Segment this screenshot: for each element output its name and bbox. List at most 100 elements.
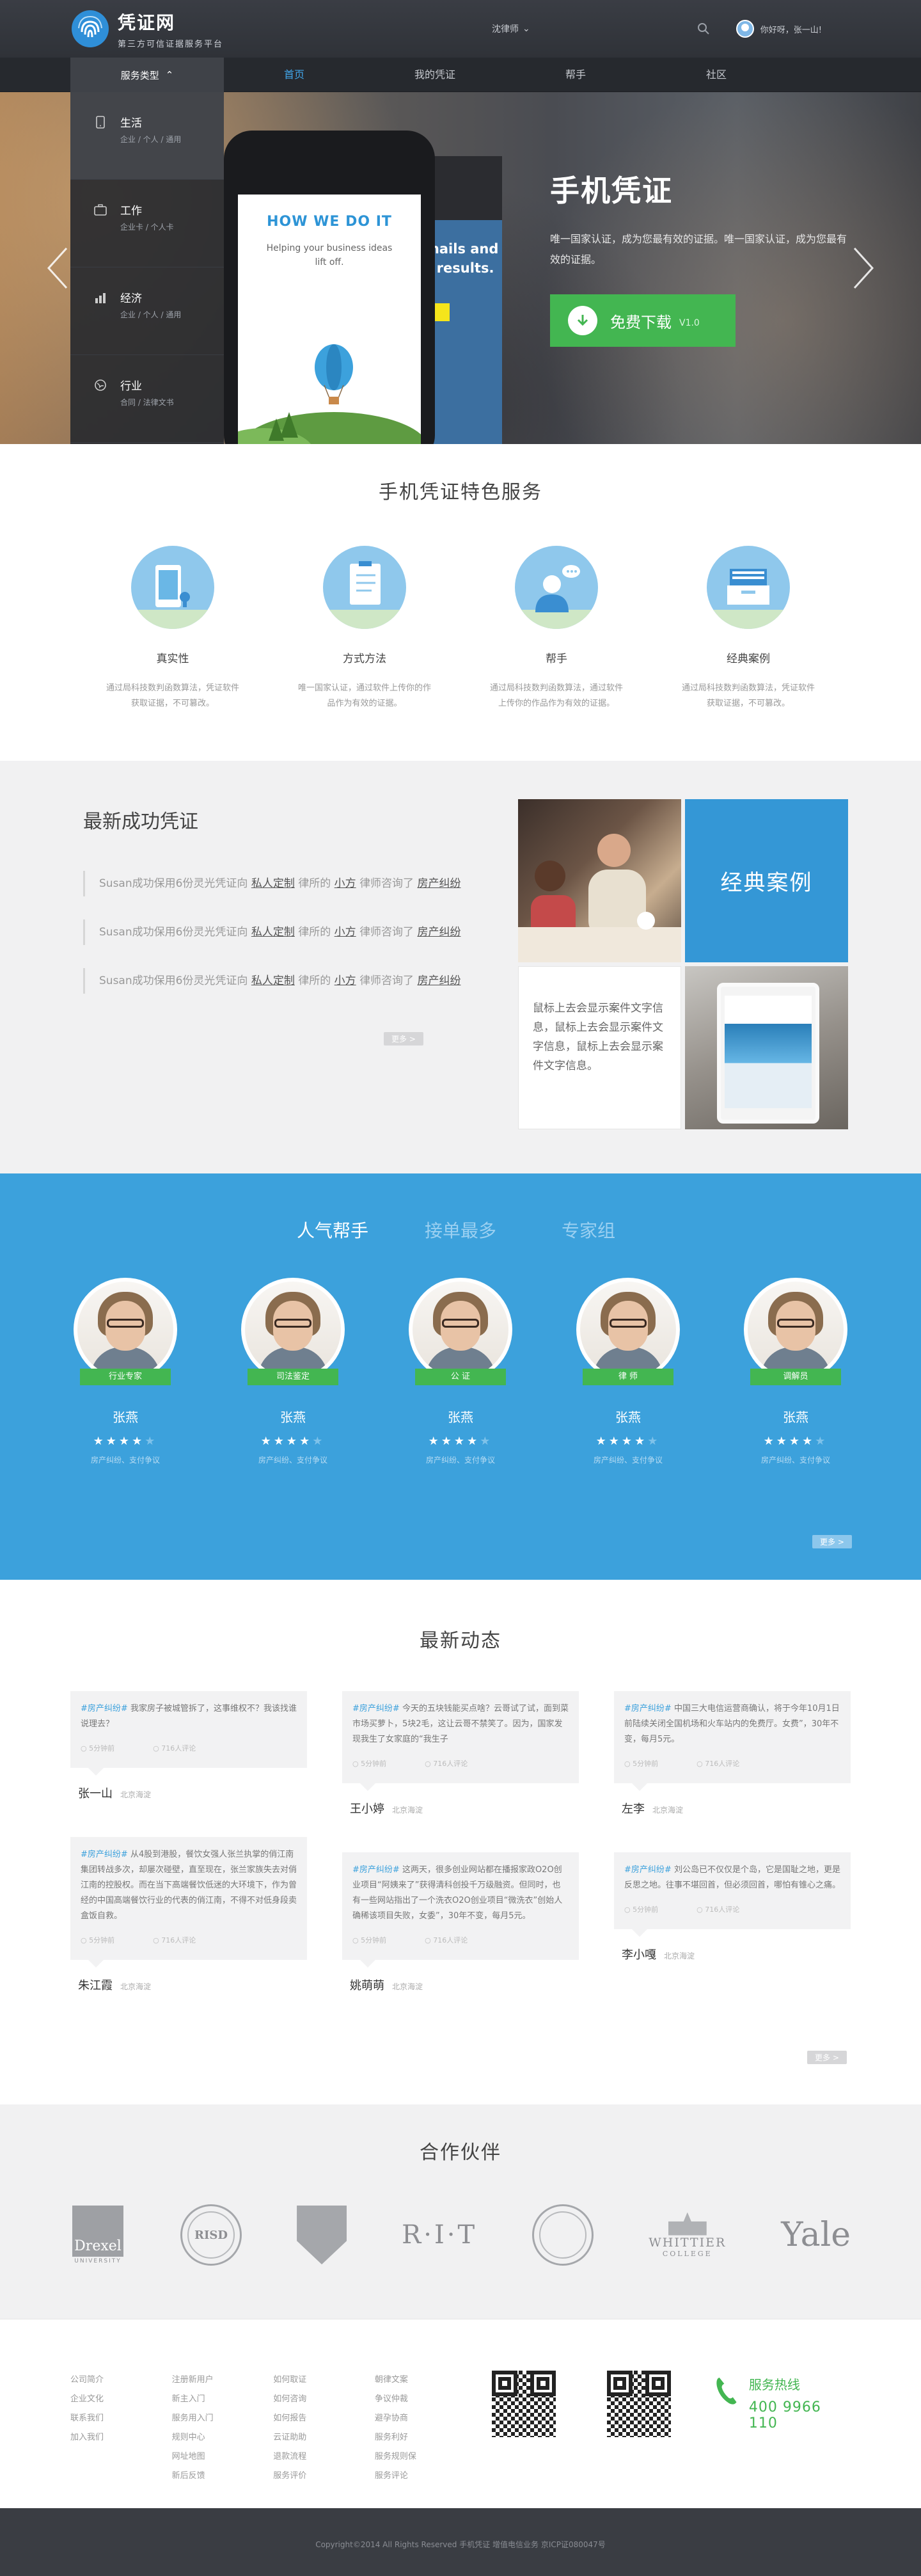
free-download-button[interactable]: 免费下载 V1.0 bbox=[550, 294, 736, 347]
nav-item-community[interactable]: 社区 bbox=[646, 58, 787, 92]
success-link-topic[interactable]: 房产纠纷 bbox=[417, 974, 460, 987]
partner-logo-shield[interactable] bbox=[297, 2203, 347, 2267]
helper-card[interactable]: 行业专家 张燕 ★★★★★ 房产纠纷、支付争议 bbox=[74, 1278, 177, 1465]
helper-card[interactable]: 司法鉴定 张燕 ★★★★★ 房产纠纷、支付争议 bbox=[241, 1278, 345, 1465]
helper-card[interactable]: 调解员 张燕 ★★★★★ 房产纠纷、支付争议 bbox=[744, 1278, 847, 1465]
news-more-button[interactable]: 更多 > bbox=[807, 2051, 847, 2064]
news-tag[interactable]: #房产纠纷# bbox=[81, 1704, 128, 1713]
partner-logo-yale[interactable]: Yale bbox=[781, 2203, 851, 2267]
success-link-topic[interactable]: 房产纠纷 bbox=[417, 926, 460, 939]
partner-logo-risd[interactable]: RISD bbox=[180, 2203, 242, 2267]
dropdown-item-economy[interactable]: 经济 企业 / 个人 / 通用 bbox=[70, 267, 224, 355]
footer-link[interactable]: 服务评论 bbox=[375, 2467, 476, 2486]
success-more-button[interactable]: 更多 > bbox=[384, 1032, 423, 1046]
feature-helper[interactable]: 帮手 通过局科技数判函数算法，通过软件上传你的作品作为有效的证据。 bbox=[460, 546, 652, 712]
user-menu[interactable]: 你好呀，张一山! bbox=[736, 20, 822, 38]
helper-card[interactable]: 律 师张燕 ★★★★★ 房产纠纷、支付争议 bbox=[576, 1278, 680, 1465]
success-link-lawyer[interactable]: 小方 bbox=[335, 877, 356, 890]
helpers-more-button[interactable]: 更多 > bbox=[812, 1535, 852, 1548]
city-selector[interactable]: 沈律师 ⌄ bbox=[492, 22, 530, 35]
success-link-lawyer[interactable]: 小方 bbox=[335, 926, 356, 939]
partner-logo-whittier[interactable]: WHITTIER COLLEGE bbox=[649, 2203, 726, 2267]
news-item[interactable]: #房产纠纷# 中国三大电信运营商确认，将于今年10月1日前陆续关闭全国机场和火车… bbox=[614, 1691, 851, 1817]
news-item[interactable]: #房产纠纷# 从4股到港股，餐饮女强人张兰执掌的俏江南集团转战多次，却屡次碰壁，… bbox=[70, 1837, 307, 1993]
tab-most-orders[interactable]: 接单最多 bbox=[397, 1217, 524, 1243]
news-tag[interactable]: #房产纠纷# bbox=[624, 1865, 672, 1875]
footer-link[interactable]: 争议仲裁 bbox=[375, 2390, 476, 2409]
footer-link[interactable]: 规则中心 bbox=[172, 2428, 274, 2447]
footer-link[interactable]: 服务评价 bbox=[273, 2467, 375, 2486]
success-text: 律师咨询了 bbox=[359, 877, 414, 890]
footer-link[interactable]: 服务规则保 bbox=[375, 2447, 476, 2467]
dropdown-item-industry[interactable]: 行业 合同 / 法律文书 bbox=[70, 355, 224, 443]
news-tag[interactable]: #房产纠纷# bbox=[624, 1704, 672, 1713]
nav-item-home[interactable]: 首页 bbox=[224, 58, 365, 92]
footer-link[interactable]: 公司简介 bbox=[70, 2371, 172, 2390]
footer-link[interactable]: 如何咨询 bbox=[273, 2390, 375, 2409]
news-author[interactable]: 左李 bbox=[622, 1802, 645, 1816]
nav-item-my-vouchers[interactable]: 我的凭证 bbox=[365, 58, 505, 92]
footer-link[interactable]: 网址地图 bbox=[172, 2447, 274, 2467]
footer-link[interactable]: 新主入门 bbox=[172, 2390, 274, 2409]
news-author[interactable]: 王小婷 bbox=[350, 1802, 384, 1816]
success-link-topic[interactable]: 房产纠纷 bbox=[417, 877, 460, 890]
carousel-prev-arrow-icon[interactable] bbox=[45, 246, 70, 290]
search-icon[interactable] bbox=[697, 22, 711, 36]
success-link-firm[interactable]: 私人定制 bbox=[251, 926, 295, 939]
success-link-firm[interactable]: 私人定制 bbox=[251, 974, 295, 987]
success-link-lawyer[interactable]: 小方 bbox=[335, 974, 356, 987]
partner-logo-drexel[interactable]: Drexel UNIVERSITY bbox=[70, 2203, 125, 2267]
feature-method[interactable]: 方式方法 唯一国家认证，通过软件上传你的作品作为有效的证据。 bbox=[269, 546, 460, 712]
news-author[interactable]: 朱江霞 bbox=[78, 1979, 113, 1992]
service-type-menu[interactable]: 服务类型 ⌃ bbox=[70, 58, 224, 92]
dropdown-item-life[interactable]: 生活 企业 / 个人 / 通用 bbox=[70, 92, 224, 180]
footer-link[interactable]: 朝律文案 bbox=[375, 2371, 476, 2390]
footer-link[interactable]: 如何取证 bbox=[273, 2371, 375, 2390]
feature-classic-cases[interactable]: 经典案例 通过局科技数判函数算法，凭证软件获取证据，不可篡改。 bbox=[652, 546, 844, 712]
news-comments[interactable]: 716人评论 bbox=[153, 1741, 196, 1756]
site-logo[interactable]: 凭证网 第三方可信证据服务平台 bbox=[70, 9, 223, 49]
news-comments[interactable]: 716人评论 bbox=[697, 1756, 739, 1772]
tab-expert-group[interactable]: 专家组 bbox=[524, 1217, 652, 1243]
news-tag[interactable]: #房产纠纷# bbox=[352, 1704, 400, 1713]
news-comments[interactable]: 716人评论 bbox=[425, 1756, 468, 1772]
success-link-firm[interactable]: 私人定制 bbox=[251, 877, 295, 890]
feature-authenticity[interactable]: 真实性 通过局科技数判函数算法，凭证软件获取证据，不可篡改。 bbox=[77, 546, 269, 712]
footer-link[interactable]: 注册新用户 bbox=[172, 2371, 274, 2390]
footer-link[interactable]: 服务利好 bbox=[375, 2428, 476, 2447]
footer-link[interactable]: 加入我们 bbox=[70, 2428, 172, 2447]
news-comments[interactable]: 716人评论 bbox=[697, 1902, 739, 1918]
news-author[interactable]: 姚萌萌 bbox=[350, 1979, 384, 1992]
tab-popular-helpers[interactable]: 人气帮手 bbox=[269, 1217, 397, 1243]
dropdown-item-work[interactable]: 工作 企业卡 / 个人卡 bbox=[70, 180, 224, 267]
partner-logo-rit[interactable]: R·I·T bbox=[402, 2203, 477, 2267]
news-text: 从4股到港股，餐饮女强人张兰执掌的俏江南集团转战多次，却屡次碰壁，直至现在，张兰… bbox=[81, 1850, 297, 1921]
news-tag[interactable]: #房产纠纷# bbox=[352, 1865, 400, 1875]
footer-link[interactable]: 云证助助 bbox=[273, 2428, 375, 2447]
dropdown-item-sub: 企业 / 个人 / 通用 bbox=[120, 310, 182, 319]
footer-link[interactable]: 避孕协商 bbox=[375, 2409, 476, 2428]
news-item[interactable]: #房产纠纷# 我家房子被城管拆了，这事维权不？我该找谁说理去？5分钟前716人评… bbox=[70, 1691, 307, 1801]
footer-link[interactable]: 如何报告 bbox=[273, 2409, 375, 2428]
news-comments[interactable]: 716人评论 bbox=[153, 1933, 196, 1948]
case-photo-cafe[interactable] bbox=[518, 799, 681, 962]
footer-link[interactable]: 企业文化 bbox=[70, 2390, 172, 2409]
footer-link[interactable]: 服务用入门 bbox=[172, 2409, 274, 2428]
news-tag[interactable]: #房产纠纷# bbox=[81, 1850, 128, 1859]
helper-card[interactable]: 公 证张燕 ★★★★★ 房产纠纷、支付争议 bbox=[409, 1278, 512, 1465]
case-hover-text[interactable]: 鼠标上去会显示案件文字信息，鼠标上去会显示案件文字信息，鼠标上去会显示案件文字信… bbox=[518, 966, 681, 1129]
news-author[interactable]: 李小嘎 bbox=[622, 1948, 656, 1962]
classic-case-tile[interactable]: 经典案例 bbox=[685, 799, 848, 962]
footer-link[interactable]: 新后反馈 bbox=[172, 2467, 274, 2486]
carousel-next-arrow-icon[interactable] bbox=[851, 246, 876, 290]
footer-link[interactable]: 退款流程 bbox=[273, 2447, 375, 2467]
news-comments[interactable]: 716人评论 bbox=[425, 1933, 468, 1948]
news-item[interactable]: #房产纠纷# 刘公岛已不仅仅是个岛，它是国耻之地，更是反思之地。往事不堪回首，但… bbox=[614, 1852, 851, 1962]
news-author[interactable]: 张一山 bbox=[78, 1787, 113, 1801]
case-photo-tablet[interactable] bbox=[685, 966, 848, 1129]
partner-logo-seal[interactable] bbox=[532, 2203, 594, 2267]
news-item[interactable]: #房产纠纷# 今天的五块钱能买点啥？云哥试了试，面到菜市场买萝卜，5块2毛，这让… bbox=[342, 1691, 579, 1817]
news-item[interactable]: #房产纠纷# 这两天，很多创业网站都在播报家政O2O创业项目“阿姨来了”获得清科… bbox=[342, 1852, 579, 1993]
nav-item-helpers[interactable]: 帮手 bbox=[505, 58, 646, 92]
footer-link[interactable]: 联系我们 bbox=[70, 2409, 172, 2428]
